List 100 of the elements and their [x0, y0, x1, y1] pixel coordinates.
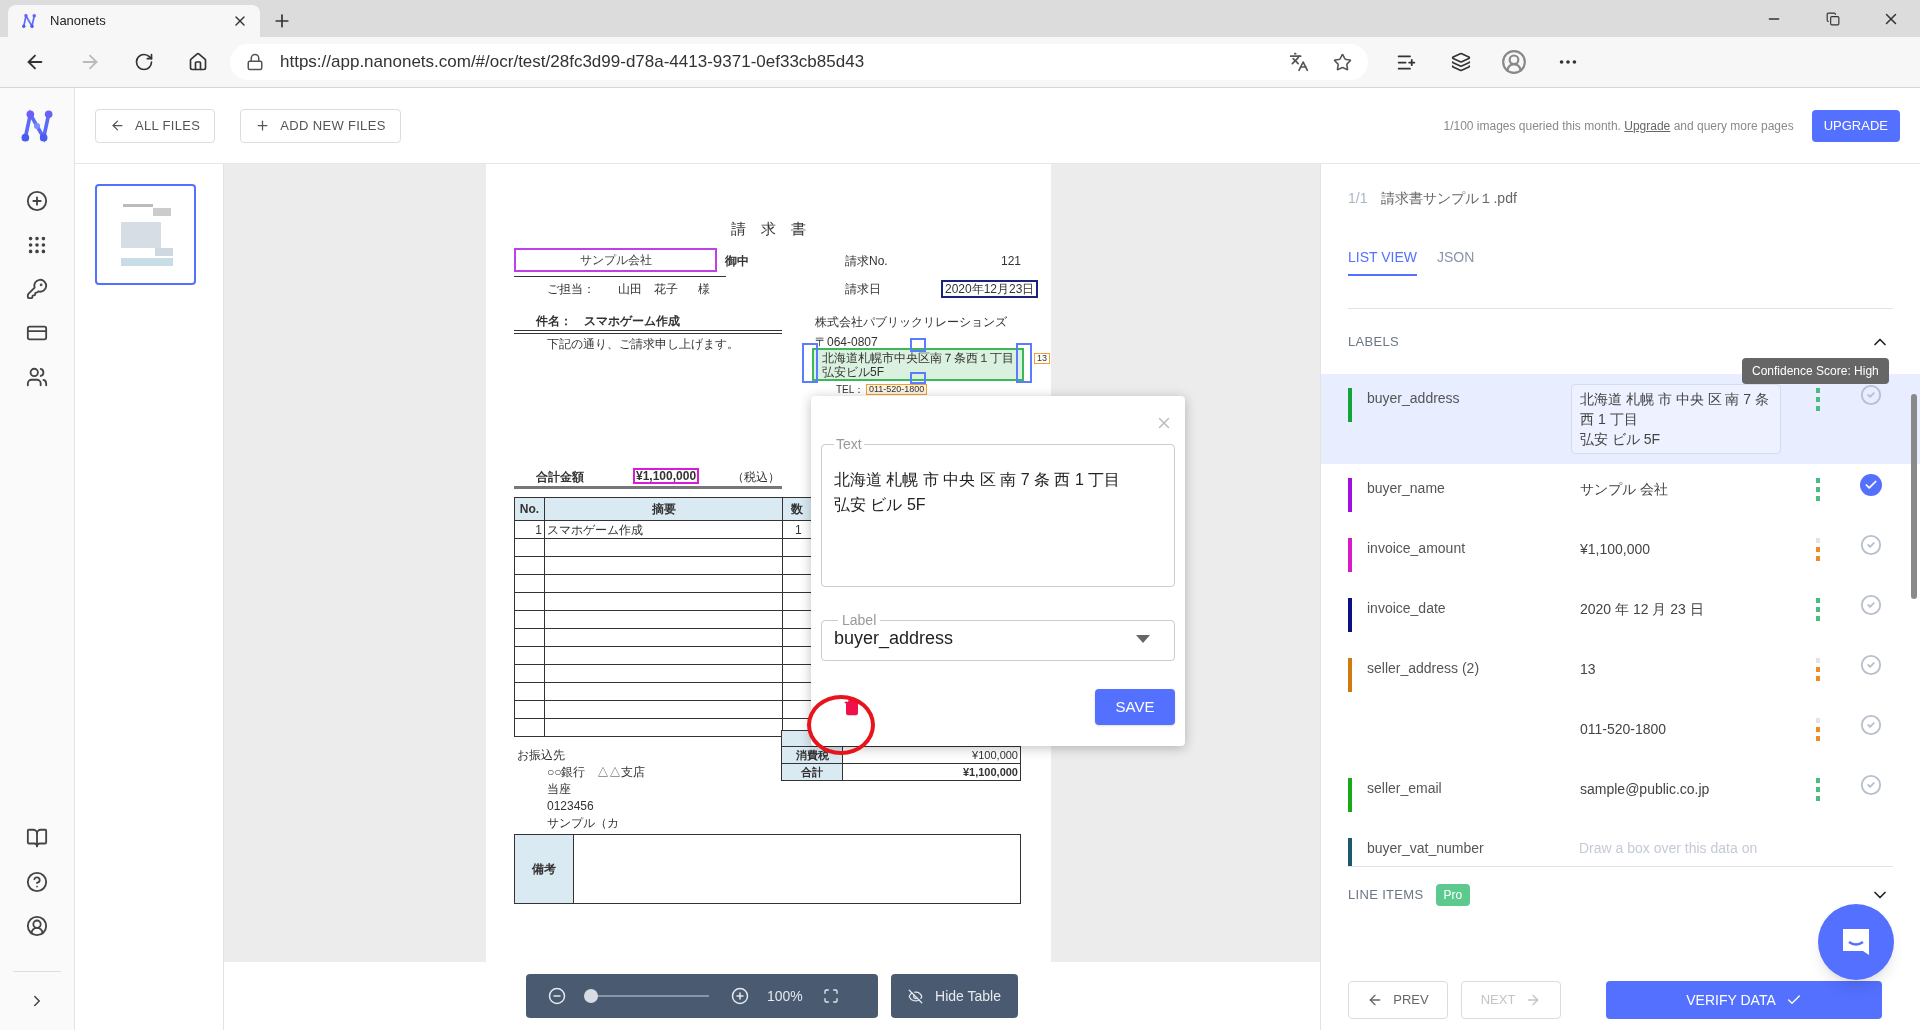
help-icon[interactable]: [26, 871, 48, 893]
resize-handle[interactable]: [1016, 343, 1032, 383]
table-cell: [514, 538, 545, 557]
collections-icon[interactable]: [1451, 52, 1471, 72]
usage-text: 1/100 images queried this month. Upgrade and query more pages: [1443, 117, 1794, 135]
tab-title: Nanonets: [50, 12, 106, 31]
table-cell: [514, 682, 545, 701]
total-amount: ¥1,100,000: [633, 468, 700, 484]
save-button[interactable]: SAVE: [1095, 689, 1175, 725]
summary-value: ¥1,100,000: [961, 764, 1019, 780]
home-icon[interactable]: [188, 52, 208, 72]
table-cell: [514, 718, 545, 737]
fullscreen-icon[interactable]: [822, 988, 839, 1004]
tel-number: 011-520-1800: [866, 384, 928, 395]
table-cell: [514, 592, 545, 611]
label-value[interactable]: 13: [1571, 654, 1781, 684]
label-name: seller_email: [1367, 779, 1442, 798]
zoom-out-icon[interactable]: [548, 987, 566, 1005]
table-cell: スマホゲーム作成: [544, 520, 783, 539]
resize-handle[interactable]: [910, 338, 926, 352]
label-value[interactable]: 北海道 札幌 市 中央 区 南 7 条 西 1 丁目 弘安 ビル 5F: [1571, 384, 1781, 454]
grid-icon[interactable]: [26, 234, 48, 256]
address-line: 北海道札幌市中央区南７条西１丁目: [822, 350, 1014, 365]
book-icon[interactable]: [26, 827, 48, 849]
verified-icon[interactable]: [1860, 474, 1882, 496]
delete-icon[interactable]: [843, 698, 861, 716]
all-files-button[interactable]: ALL FILES: [95, 108, 216, 143]
address-line: 弘安ビル5F: [822, 364, 884, 379]
invoice-subject: 件名： スマホゲーム作成: [536, 315, 680, 327]
prev-button[interactable]: PREV: [1348, 981, 1448, 1019]
logo-icon: [20, 12, 38, 30]
browser-tab[interactable]: Nanonets: [8, 5, 260, 37]
table-header: No.: [514, 497, 545, 521]
table-cell: [514, 646, 545, 665]
table-cell: [514, 574, 545, 593]
contact-name: 山田 花子: [618, 283, 678, 295]
value-placeholder: Draw a box over this data on: [1579, 839, 1759, 858]
upgrade-link[interactable]: Upgrade: [1624, 118, 1671, 133]
postal-code: 〒064-0807: [815, 336, 878, 348]
tax-note: （税込）: [732, 471, 780, 483]
label-value[interactable]: ¥1,100,000: [1571, 534, 1781, 564]
label-row[interactable]: buyer_vat_number Draw a box over this data on: [1321, 824, 1920, 866]
verify-button[interactable]: VERIFY DATA: [1606, 981, 1882, 1019]
label-value[interactable]: 2020 年 12 月 23 日: [1571, 594, 1781, 624]
reload-icon[interactable]: [134, 52, 154, 72]
contact-label: ご担当：: [547, 283, 595, 295]
bank-info: ○○銀行 △△支店: [547, 766, 646, 779]
section-heading: LABELS: [1348, 332, 1400, 351]
client-name: サンプル会社: [579, 252, 652, 269]
zoom-slider[interactable]: [584, 989, 709, 1003]
users-icon[interactable]: [26, 366, 48, 388]
label-row[interactable]: buyer_name サンプル 会社: [1321, 464, 1920, 524]
table-cell: [514, 610, 545, 629]
label-row[interactable]: invoice_date 2020 年 12 月 23 日: [1321, 584, 1920, 644]
bank-info: お振込先: [517, 749, 566, 762]
label-name: buyer_vat_number: [1367, 839, 1484, 858]
account-icon[interactable]: [26, 915, 48, 937]
page-thumbnail[interactable]: [95, 184, 196, 285]
restore-icon[interactable]: [1826, 11, 1840, 26]
section-heading: LINE ITEMS: [1348, 886, 1424, 905]
label-name: seller_address (2): [1367, 659, 1480, 678]
label-name: buyer_address: [1367, 389, 1460, 408]
key-icon[interactable]: [26, 278, 48, 300]
tooltip: Confidence Score: High: [1742, 358, 1889, 384]
greeting-text: 下記の通り、ご請求申し上げます。: [547, 338, 739, 350]
invoice-title: 請 求 書: [730, 219, 807, 239]
zoom-in-icon[interactable]: [731, 987, 749, 1005]
tel-label: TEL：: [836, 385, 865, 395]
upgrade-button[interactable]: UPGRADE: [1811, 109, 1900, 142]
bank-info: サンプル（カ: [547, 817, 620, 830]
zoom-level: 100%: [767, 986, 803, 1006]
table-cell: [514, 700, 545, 719]
label-name: invoice_amount: [1367, 539, 1466, 558]
label-name: invoice_date: [1367, 599, 1446, 618]
summary-label: 合計: [782, 764, 843, 780]
bank-info: 当座: [547, 783, 572, 796]
remarks-label: 備考: [515, 835, 574, 903]
address-bar[interactable]: https://app.nanonets.com/#/ocr/test/28fc3d99-d78a-4413-9371-0ef33cb85d43: [230, 44, 1368, 80]
hide-table-button[interactable]: Hide Table: [891, 974, 1018, 1018]
table-cell: 1: [514, 520, 545, 539]
summary-label: 消費税: [782, 747, 843, 763]
address-number: 13: [1034, 353, 1050, 364]
invoice-no: 121: [1001, 255, 1022, 267]
label-value[interactable]: 011-520-1800: [1571, 714, 1781, 744]
label-value[interactable]: サンプル 会社: [1571, 474, 1781, 504]
eye-off-icon: [908, 988, 924, 1004]
label-name: buyer_name: [1367, 479, 1445, 498]
pro-badge: Pro: [1435, 884, 1471, 906]
view-tab[interactable]: LIST VIEW: [1348, 247, 1417, 276]
chat-button[interactable]: [1818, 904, 1894, 980]
table-cell: [514, 556, 545, 575]
profile-icon[interactable]: [1501, 49, 1527, 75]
add-icon[interactable]: [26, 190, 48, 212]
label-value[interactable]: sample@public.co.jp: [1571, 774, 1781, 804]
table-cell: [514, 664, 545, 683]
label-row[interactable]: invoice_amount ¥1,100,000: [1321, 524, 1920, 584]
label-row[interactable]: seller_email sample@public.co.jp: [1321, 764, 1920, 824]
honorific: 御中: [725, 255, 749, 267]
add-files-button[interactable]: ADD NEW FILES: [240, 108, 401, 143]
date-label: 請求日: [845, 283, 881, 295]
